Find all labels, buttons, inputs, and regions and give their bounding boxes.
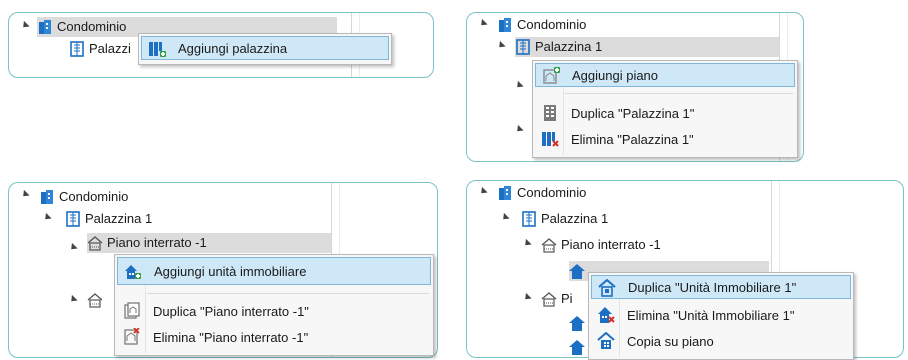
context-menu: Aggiungi palazzina (138, 33, 392, 65)
tower-building-icon (515, 39, 531, 55)
tree-node-piano-2[interactable]: Pi (541, 289, 573, 309)
tree-node-label: Condominio (517, 17, 587, 32)
tree-node-label: Piano interrato -1 (107, 235, 207, 250)
tree-node-label: Condominio (57, 19, 127, 34)
delete-floor-icon (123, 327, 141, 346)
tree-node-condominio[interactable]: Condominio (39, 187, 128, 207)
collapse-arrow-icon[interactable] (68, 294, 78, 305)
tower-building-icon (521, 211, 537, 227)
tree-node-label: Condominio (59, 189, 129, 204)
menu-item-label: Duplica "Palazzina 1" (571, 105, 695, 121)
house-unit-icon (569, 263, 585, 279)
tower-building-icon (65, 211, 81, 227)
menu-item-duplicate[interactable]: Duplica "Palazzina 1" (535, 101, 795, 125)
collapse-arrow-icon[interactable] (514, 80, 524, 91)
collapse-arrow-icon[interactable] (478, 18, 488, 29)
menu-item-label: Duplica "Unità Immobiliare 1" (628, 279, 797, 295)
menu-item-duplicate[interactable]: Duplica "Unità Immobiliare 1" (591, 275, 851, 299)
menu-item-label: Duplica "Piano interrato -1" (153, 303, 309, 319)
collapse-arrow-icon[interactable] (522, 292, 532, 303)
delete-building-icon (541, 130, 559, 148)
menu-item-label: Copia su piano (627, 333, 714, 349)
floor-house-icon (87, 235, 103, 251)
collapse-arrow-icon[interactable] (20, 189, 30, 200)
tree-node-condominio[interactable]: Condominio (497, 15, 586, 35)
tower-building-icon (69, 41, 85, 57)
tree-node-label: Palazzi (89, 41, 131, 56)
menu-item-label: Aggiungi palazzina (178, 40, 288, 56)
tree-node-label: Pi (561, 291, 573, 306)
tree-node-palazzina[interactable]: Palazzi (69, 39, 131, 59)
menu-item-add-floor[interactable]: Aggiungi piano (535, 63, 795, 87)
menu-item-label: Elimina "Palazzina 1" (571, 131, 694, 147)
menu-item-duplicate[interactable]: Duplica "Piano interrato -1" (117, 299, 431, 323)
tree-node-piano[interactable]: Piano interrato -1 (541, 235, 661, 255)
context-menu: Aggiungi unità immobiliare Duplica "Pian… (114, 254, 434, 356)
menu-item-add-building[interactable]: Aggiungi palazzina (141, 36, 389, 60)
tree-node-palazzina[interactable]: Palazzina 1 (65, 209, 152, 229)
tree-node-label: Palazzina 1 (85, 211, 153, 226)
collapse-arrow-icon[interactable] (522, 238, 532, 249)
building-icon (37, 19, 53, 35)
delete-unit-icon (597, 306, 615, 324)
floor-house-icon (87, 292, 103, 308)
collapse-arrow-icon[interactable] (500, 212, 510, 223)
menu-item-label: Elimina "Piano interrato -1" (153, 329, 309, 345)
tree-node-label: Condominio (517, 185, 587, 200)
duplicate-unit-icon (598, 278, 616, 297)
tree-node-piano[interactable]: Piano interrato -1 (87, 233, 331, 253)
menu-item-copy-to-floor[interactable]: Copia su piano (591, 329, 851, 353)
add-floor-icon (542, 67, 560, 85)
menu-item-delete[interactable]: Elimina "Piano interrato -1" (117, 325, 431, 349)
menu-separator (565, 93, 793, 94)
add-building-icon (148, 40, 166, 58)
tree-node-label: Palazzina 1 (541, 211, 609, 226)
building-icon (497, 17, 513, 33)
tree-node-palazzina[interactable]: Palazzina 1 (515, 37, 779, 57)
menu-item-label: Aggiungi piano (572, 67, 659, 83)
menu-item-delete[interactable]: Elimina "Palazzina 1" (535, 127, 795, 151)
floor-house-icon (541, 237, 557, 253)
copy-to-floor-icon (597, 331, 615, 350)
tree-node-label: Piano interrato -1 (561, 237, 661, 252)
context-menu: Aggiungi piano Duplica "Palazzina 1" Eli… (532, 60, 798, 158)
menu-item-delete[interactable]: Elimina "Unità Immobiliare 1" (591, 303, 851, 327)
house-unit-icon (569, 339, 585, 355)
menu-item-add-unit[interactable]: Aggiungi unità immobiliare (117, 257, 431, 285)
context-menu: Duplica "Unità Immobiliare 1" Elimina "U… (588, 272, 854, 360)
collapse-arrow-icon[interactable] (42, 212, 52, 223)
menu-item-label: Elimina "Unità Immobiliare 1" (627, 307, 795, 323)
duplicate-floor-icon (123, 302, 141, 320)
collapse-arrow-icon[interactable] (20, 20, 30, 31)
collapse-arrow-icon[interactable] (68, 242, 78, 253)
menu-item-label: Aggiungi unità immobiliare (154, 263, 307, 279)
house-unit-icon (569, 315, 585, 331)
add-unit-icon (124, 263, 142, 281)
duplicate-building-icon (541, 104, 559, 122)
floor-house-icon (541, 291, 557, 307)
tree-node-label: Palazzina 1 (535, 39, 603, 54)
building-icon (39, 189, 55, 205)
tree-node-palazzina[interactable]: Palazzina 1 (521, 209, 608, 229)
collapse-arrow-icon[interactable] (478, 186, 488, 197)
tree-node-condominio[interactable]: Condominio (497, 183, 586, 203)
collapse-arrow-icon[interactable] (496, 40, 506, 51)
building-icon (497, 185, 513, 201)
collapse-arrow-icon[interactable] (514, 124, 524, 135)
menu-separator (147, 293, 429, 294)
